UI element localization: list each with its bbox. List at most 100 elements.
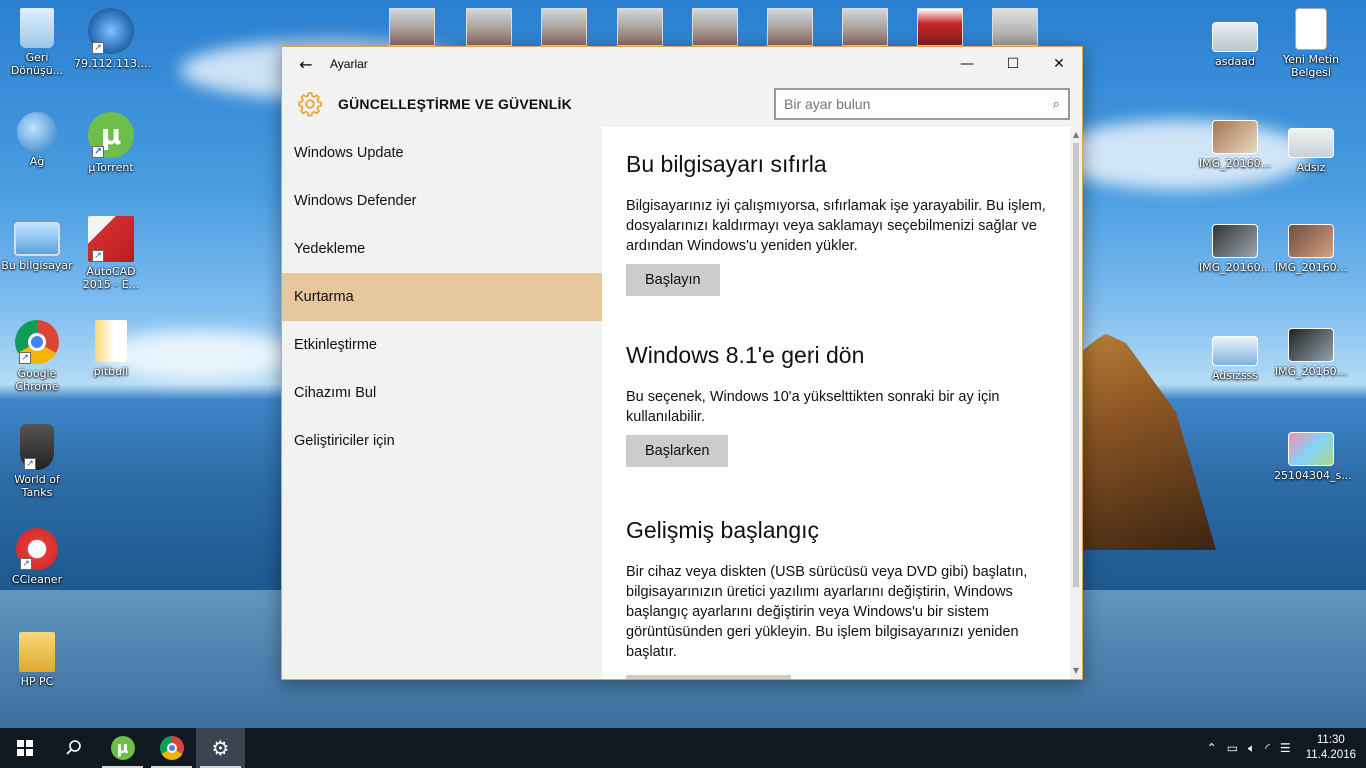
document-icon (95, 320, 127, 362)
desktop-icon-label: Yeni Metin Belgesi (1282, 53, 1340, 79)
photo-thumbnail[interactable] (389, 8, 435, 46)
close-button[interactable]: ✕ (1036, 47, 1082, 81)
taskbar-utorrent[interactable]: µ (98, 728, 147, 768)
desktop-icon-hp-pc[interactable]: HP PC (0, 632, 74, 688)
sidebar-item-windows-update[interactable]: Windows Update (282, 129, 602, 177)
ccleaner-icon: ↗ (16, 528, 58, 570)
desktop-icon-utorrent[interactable]: µ ↗ µTorrent (74, 112, 148, 174)
photo-thumbnail[interactable] (767, 8, 813, 46)
sidebar-nav: Windows Update Windows Defender Yedeklem… (282, 127, 602, 679)
computer-icon (14, 222, 60, 256)
photo-thumbnail[interactable] (692, 8, 738, 46)
scroll-down-icon[interactable]: ▼ (1070, 665, 1082, 677)
window-title: Ayarlar (330, 57, 368, 71)
minimize-button[interactable]: — (944, 47, 990, 81)
search-input[interactable] (784, 96, 1053, 112)
desktop-icon-recycle-bin[interactable]: Geri Dönüşü... (0, 8, 74, 77)
desktop-icon-pitbull[interactable]: pitbull (74, 320, 148, 378)
desktop-icon-autocad[interactable]: ↗ AutoCAD 2015 - E... (74, 216, 148, 291)
desktop-icon-label: World of Tanks (14, 473, 60, 499)
desktop-icon-label: Ağ (29, 155, 45, 168)
photo-thumbnail[interactable] (842, 8, 888, 46)
desktop-icon-label: µTorrent (88, 161, 134, 174)
wifi-icon[interactable]: ◜ (1260, 741, 1275, 755)
scrollbar-thumb[interactable] (1073, 143, 1079, 587)
desktop-icon-this-pc[interactable]: Bu bilgisayar (0, 216, 74, 272)
image-file-icon (1288, 328, 1334, 362)
desktop-icon-label: IMG_20160... (1198, 261, 1272, 274)
action-center-icon[interactable]: ☰ (1275, 741, 1296, 755)
desktop-icon-world-of-tanks[interactable]: ↗ World of Tanks (0, 424, 74, 499)
photo-thumbnail[interactable] (466, 8, 512, 46)
windows-logo-icon (16, 740, 33, 756)
desktop-icon-25104304[interactable]: 25104304_s... (1274, 432, 1352, 482)
search-icon[interactable]: ⌕ (1053, 97, 1060, 112)
desktop-icon-label: HP PC (20, 675, 54, 688)
desktop-icon-label: Bu bilgisayar (1, 259, 73, 272)
image-file-icon (1288, 224, 1334, 258)
recovery-content: Bu bilgisayarı sıfırla Bilgisayarınız iy… (602, 127, 1082, 679)
sidebar-item-windows-defender[interactable]: Windows Defender (282, 177, 602, 225)
maximize-button[interactable]: ☐ (990, 47, 1036, 81)
user-folder-icon (19, 632, 55, 672)
recycle-bin-icon (20, 8, 54, 48)
image-file-icon (1288, 432, 1334, 466)
title-bar[interactable]: ← Ayarlar — ☐ ✕ (282, 47, 1082, 81)
scroll-up-icon[interactable]: ▲ (1070, 129, 1082, 141)
photo-thumbnail[interactable] (917, 8, 963, 46)
image-file-icon (1288, 128, 1334, 158)
desktop-icon-img[interactable]: IMG_20160... (1274, 224, 1348, 274)
photo-thumbnail[interactable] (541, 8, 587, 46)
photo-thumbnail[interactable] (617, 8, 663, 46)
close-icon: ✕ (1053, 56, 1065, 72)
desktop-icon-adsiz[interactable]: Adsız (1274, 120, 1348, 174)
clock-time: 11:30 (1316, 734, 1345, 746)
desktop-icon-label: Google Chrome (15, 367, 59, 393)
sidebar-item-for-developers[interactable]: Geliştiriciler için (282, 417, 602, 465)
desktop-icon-adsizsss[interactable]: Adsızsss (1198, 328, 1272, 382)
volume-icon[interactable]: 🔈︎ (1243, 741, 1260, 756)
image-file-icon (1212, 120, 1258, 154)
reset-pc-section: Bu bilgisayarı sıfırla Bilgisayarınız iy… (626, 151, 1082, 346)
desktop-icon-ccleaner[interactable]: ↗ CCleaner (0, 528, 74, 586)
clock[interactable]: 11:30 11.4.2016 (1296, 733, 1366, 763)
go-back-start-button[interactable]: Başlarken (626, 435, 729, 467)
utorrent-icon: µ (110, 736, 135, 760)
get-started-button[interactable]: Başlayın (626, 264, 720, 296)
desktop-icon-teamspeak[interactable]: ↗ 79.112.113.... (74, 8, 151, 70)
search-box[interactable]: ⌕ (774, 88, 1070, 120)
desktop-icon-chrome[interactable]: ↗ Google Chrome (0, 320, 74, 393)
sidebar-item-find-my-device[interactable]: Cihazımı Bul (282, 369, 602, 417)
desktop-icon-label: IMG_20160... (1198, 157, 1272, 170)
battery-icon[interactable]: ▭ (1222, 741, 1243, 755)
desktop-icon-label: Geri Dönüşü... (10, 51, 64, 77)
photo-thumbnail[interactable] (992, 8, 1038, 46)
taskbar: µ ⚙ ⌃ ▭ 🔈︎ ◜ ☰ 11:30 11.4.2016 (0, 728, 1366, 768)
desktop-icon-text-document[interactable]: Yeni Metin Belgesi (1274, 8, 1348, 79)
start-button[interactable] (0, 728, 49, 768)
clock-date: 11.4.2016 (1305, 749, 1356, 761)
sidebar-item-recovery[interactable]: Kurtarma (282, 273, 602, 321)
chevron-up-icon[interactable]: ⌃ (1202, 741, 1222, 755)
system-tray: ⌃ ▭ 🔈︎ ◜ ☰ 11:30 11.4.2016 (1202, 728, 1366, 768)
back-arrow-icon: ← (299, 54, 313, 74)
desktop-icon-img[interactable]: IMG_20160... (1198, 224, 1272, 274)
chrome-icon: ↗ (15, 320, 59, 364)
sidebar-item-activation[interactable]: Etkinleştirme (282, 321, 602, 369)
desktop-icon-network[interactable]: Ağ (0, 112, 74, 168)
desktop-icon-label: Adsızsss (1211, 369, 1259, 382)
taskbar-chrome[interactable] (147, 728, 196, 768)
back-button[interactable]: ← (282, 47, 330, 81)
desktop-icon-asdaad[interactable]: asdaad (1198, 8, 1272, 68)
section-description: Bu seçenek, Windows 10'a yükselttikten s… (626, 389, 1000, 425)
taskbar-settings[interactable]: ⚙ (196, 728, 245, 768)
desktop-icon-label: 79.112.113.... (74, 57, 151, 70)
desktop-icon-img[interactable]: IMG_20160... (1274, 328, 1348, 378)
desktop-icon-img[interactable]: IMG_20160... (1198, 120, 1272, 170)
desktop-icon-label: pitbull (93, 365, 129, 378)
scrollbar[interactable]: ▲ ▼ (1070, 127, 1082, 679)
restart-now-button[interactable] (626, 675, 791, 679)
desktop-icon-label: IMG_20160... (1274, 365, 1348, 378)
sidebar-item-backup[interactable]: Yedekleme (282, 225, 602, 273)
search-taskbar-button[interactable] (49, 728, 98, 768)
